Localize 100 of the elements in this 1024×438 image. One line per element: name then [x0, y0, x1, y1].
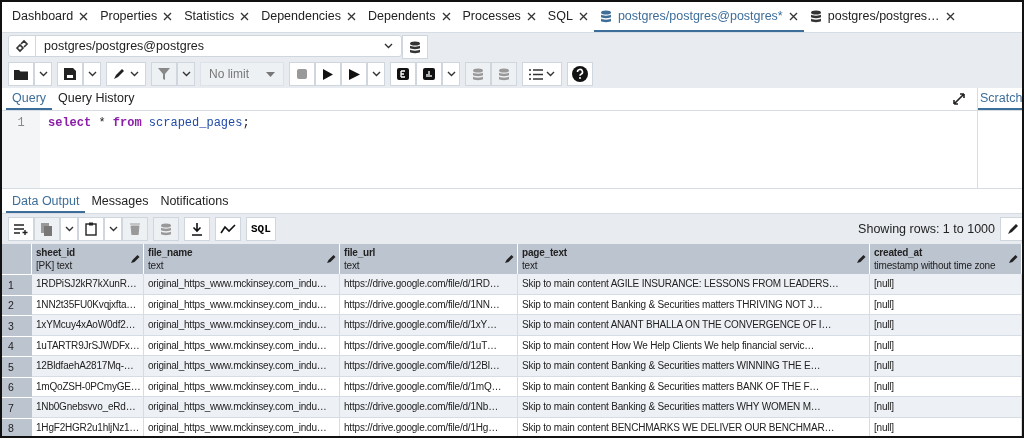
floppy-icon [64, 68, 76, 80]
close-icon[interactable] [788, 11, 798, 21]
bar-chart-icon [423, 68, 435, 80]
row-number[interactable]: 6 [2, 376, 32, 397]
table-cell: [null] [870, 417, 1022, 436]
tab[interactable]: Processes [456, 2, 542, 32]
edit-button[interactable] [1000, 217, 1022, 241]
run-script-button[interactable] [341, 62, 367, 86]
row-number[interactable]: 2 [2, 294, 32, 315]
table-cell: Skip to main content ANANT BHALLA ON THE CONVERGENCE OF I… [518, 315, 870, 336]
close-icon[interactable] [79, 11, 89, 21]
column-header[interactable]: page_text text [518, 244, 870, 274]
connection-select[interactable]: postgres/postgres@postgres [8, 35, 402, 57]
database-icon [498, 67, 510, 81]
caret-icon [181, 71, 191, 77]
tab[interactable]: Properties [94, 2, 179, 32]
caret-icon [266, 71, 275, 77]
run-button[interactable] [315, 62, 341, 86]
close-icon[interactable] [347, 11, 357, 21]
sql-code-line[interactable]: select * from scraped_pages; [40, 111, 258, 135]
table-cell: Skip to main content BENCHMARKS WE DELIVER OUR BENCHMAR… [518, 417, 870, 436]
column-header[interactable]: file_url text [340, 244, 518, 274]
save-button[interactable] [57, 62, 83, 86]
clipboard-icon [85, 222, 97, 236]
table-cell: 1Nb0Gnebsvvo_eRd… [32, 397, 144, 418]
caret-icon [64, 226, 74, 232]
tab[interactable]: Scratch [978, 88, 1022, 110]
tab[interactable]: Dependents [362, 2, 457, 32]
row-number[interactable]: 1 [2, 274, 32, 295]
add-row-button[interactable] [8, 217, 34, 241]
graph-button[interactable] [215, 217, 241, 241]
edit-button[interactable] [106, 62, 146, 86]
tab[interactable]: SQL [541, 2, 594, 32]
row-number[interactable]: 7 [2, 397, 32, 418]
caret-icon [130, 71, 139, 77]
dropdown-button[interactable] [177, 62, 195, 86]
dropdown-button[interactable] [104, 217, 122, 241]
row-number[interactable]: 5 [2, 356, 32, 377]
copy-icon [41, 222, 53, 236]
table-cell: [null] [870, 397, 1022, 418]
pen-icon[interactable] [326, 254, 336, 264]
limit-select[interactable]: No limit [200, 62, 284, 86]
column-type: text [522, 259, 539, 272]
caret-icon [87, 71, 97, 77]
list-icon [529, 68, 543, 80]
caret-icon [384, 43, 393, 49]
explain-button[interactable] [390, 62, 416, 86]
tab[interactable]: Dependencies [255, 2, 363, 32]
trash-icon [130, 223, 140, 235]
database-button[interactable] [402, 35, 428, 59]
table-cell: original_https_www.mckinsey.com_indu… [144, 356, 340, 377]
tab[interactable]: Statistics [178, 2, 256, 32]
copy-button[interactable] [34, 217, 60, 241]
close-icon[interactable] [163, 11, 173, 21]
pen-icon[interactable] [130, 254, 140, 264]
tab[interactable]: Notifications [154, 191, 235, 213]
open-file-button[interactable] [8, 62, 34, 86]
expand-icon[interactable] [953, 93, 965, 105]
analyze-button[interactable] [416, 62, 442, 86]
table-cell: 1HgF2HGR2u1hljNz1… [32, 417, 144, 436]
paste-button[interactable] [78, 217, 104, 241]
table-cell: 1RDPiSJ2kR7kXunR… [32, 274, 144, 295]
caret-icon [546, 71, 555, 77]
row-number[interactable]: 4 [2, 335, 32, 356]
close-icon[interactable] [240, 11, 250, 21]
column-header[interactable]: sheet_id [PK] text [32, 244, 144, 274]
column-header[interactable]: file_name text [144, 244, 340, 274]
table-cell: [null] [870, 274, 1022, 295]
row-number[interactable]: 3 [2, 315, 32, 336]
tab[interactable]: Dashboard [6, 2, 95, 32]
dropdown-button[interactable] [60, 217, 78, 241]
close-icon[interactable] [526, 11, 536, 21]
help-button[interactable] [567, 62, 593, 86]
download-button[interactable] [184, 217, 210, 241]
column-name: created_at [874, 246, 924, 259]
column-header[interactable]: created_at timestamp without time zone [870, 244, 1022, 274]
caret-icon [446, 71, 456, 77]
table-cell: original_https_www.mckinsey.com_indu… [144, 315, 340, 336]
tab[interactable]: Query History [52, 88, 141, 110]
filter-button[interactable] [151, 62, 177, 86]
explain-icon [397, 68, 409, 80]
close-icon[interactable] [441, 11, 451, 21]
pen-icon[interactable] [856, 254, 866, 264]
folder-icon [14, 68, 28, 80]
column-type: [PK] text [36, 259, 73, 272]
tab[interactable]: postgres/postgres… [803, 2, 961, 32]
macros-button[interactable] [522, 62, 562, 86]
close-icon[interactable] [945, 11, 955, 21]
database-icon [409, 40, 421, 54]
pen-icon[interactable] [1008, 254, 1018, 264]
tab[interactable]: Messages [85, 191, 155, 213]
pen-icon[interactable] [504, 254, 514, 264]
sql-button[interactable]: SQL [246, 217, 276, 241]
table-cell: https://drive.google.com/file/d/1Hg… [340, 417, 518, 436]
table-cell: 12BldfaehA2817Mq-… [32, 356, 144, 377]
caret-icon [371, 71, 381, 77]
table-cell: Skip to main content Banking & Securities matters WHY WOMEN M… [518, 397, 870, 418]
close-icon[interactable] [578, 11, 588, 21]
database-icon [472, 67, 484, 81]
table-cell: https://drive.google.com/file/d/1xY… [340, 315, 518, 336]
